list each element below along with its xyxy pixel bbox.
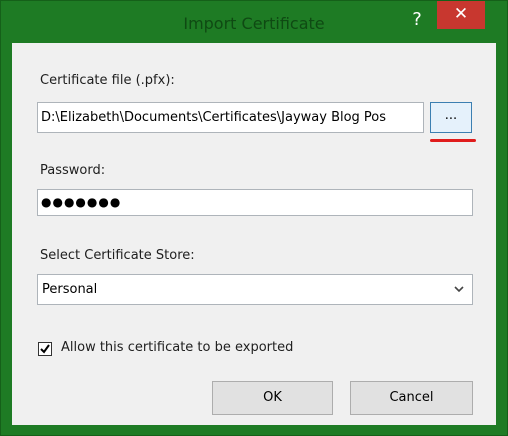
certificate-file-label: Certificate file (.pfx): [40,73,175,88]
annotation-underline [430,139,476,142]
close-button[interactable]: ✕ [437,1,485,29]
help-icon: ? [412,9,422,30]
dialog-body: Certificate file (.pfx): D:\Elizabeth\Do… [12,43,496,425]
password-field[interactable]: ●●●●●●● [37,189,473,216]
checkmark-icon [40,344,50,354]
allow-export-label[interactable]: Allow this certificate to be exported [61,340,293,355]
import-certificate-window: Import Certificate ? ✕ Certificate file … [0,0,508,436]
close-icon: ✕ [453,4,469,24]
window-title: Import Certificate [183,14,325,33]
help-button[interactable]: ? [405,8,429,32]
ok-button[interactable]: OK [212,381,333,415]
certificate-file-field[interactable]: D:\Elizabeth\Documents\Certificates\Jayw… [37,102,424,133]
title-bar[interactable]: Import Certificate ? ✕ [1,1,507,41]
chevron-down-icon [454,286,464,293]
certificate-store-label: Select Certificate Store: [40,248,195,263]
password-label: Password: [40,163,106,178]
certificate-store-value: Personal [42,282,98,297]
allow-export-checkbox[interactable] [38,342,52,356]
browse-button[interactable]: ... [430,102,472,133]
certificate-store-select[interactable]: Personal [37,274,473,305]
cancel-button[interactable]: Cancel [350,381,473,415]
